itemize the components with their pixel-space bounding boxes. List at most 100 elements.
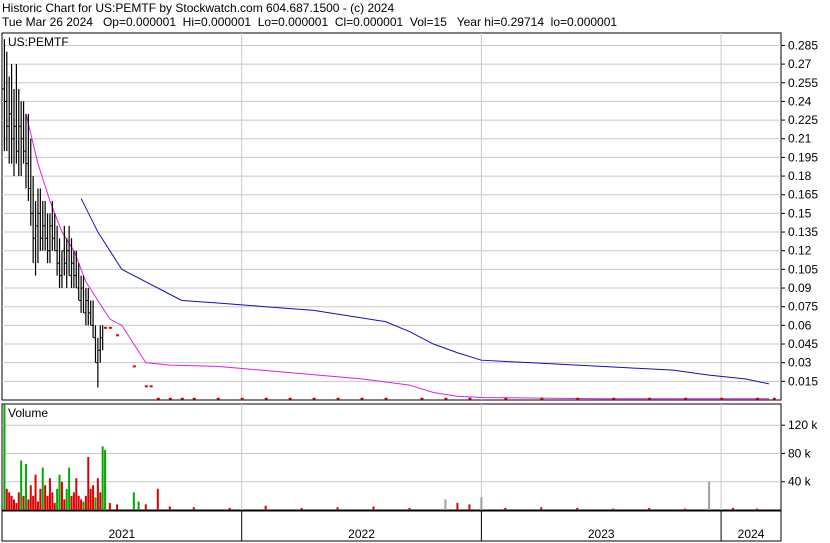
price-tick-mark [264,397,268,400]
volume-tick-label: 40 k [788,475,812,489]
volume-bar [144,504,147,510]
price-tick-label: 0.21 [788,132,812,146]
price-tick-mark [144,385,148,388]
price-panel-title: US:PEMTF [8,35,69,49]
price-tick-mark [192,397,196,400]
price-tick-mark [336,397,340,400]
volume-bar [300,507,303,510]
volume-bar [77,495,80,510]
price-tick-label: 0.165 [788,188,818,202]
volume-bar [84,495,87,510]
price-tick-label: 0.135 [788,225,818,239]
volume-bar [684,508,687,510]
year-label: 2024 [738,527,765,541]
volume-bar [372,506,375,510]
volume-bar [70,495,73,510]
volume-bar [99,492,102,510]
year-label: 2021 [108,527,135,541]
volume-bar [96,478,99,510]
volume-bar [708,481,711,510]
volume-bar [27,499,30,510]
volume-bar [72,492,75,510]
volume-bar [22,495,25,510]
price-tick-mark [384,397,388,400]
volume-tick-label: 120 k [788,418,818,432]
volume-bar [34,474,37,510]
volume-bar [732,507,735,510]
volume-bar [20,460,23,510]
year-label: 2022 [348,527,375,541]
price-tick-mark [360,397,364,400]
volume-bar [456,502,459,510]
price-tick-mark [684,397,688,400]
price-tick-label: 0.12 [788,244,812,258]
price-tick-mark [312,397,316,400]
price-tick-mark [180,397,184,400]
price-tick-label: 0.27 [788,57,812,71]
volume-bar [63,499,66,510]
price-tick-mark [444,397,448,400]
price-tick-mark [240,397,244,400]
price-panel [1,32,782,401]
volume-bar [192,507,195,510]
volume-bar [94,497,97,510]
price-tick-label: 0.03 [788,356,812,370]
volume-bar [60,481,63,510]
volume-bar [41,467,44,510]
price-tick-mark [116,334,120,337]
price-tick-label: 0.18 [788,169,812,183]
price-tick-label: 0.105 [788,262,818,276]
volume-bar [540,507,543,510]
price-tick-label: 0.225 [788,113,818,127]
volume-bar [480,497,483,510]
price-tick-label: 0.09 [788,281,812,295]
price-tick-label: 0.06 [788,318,812,332]
volume-bar [12,499,15,510]
price-tick-label: 0.195 [788,150,818,164]
volume-panel-title: Volume [8,406,48,420]
price-tick-mark [504,397,508,400]
price-tick-mark [216,397,220,400]
price-tick-label: 0.015 [788,374,818,388]
volume-bar [8,492,11,510]
volume-bar [156,488,159,510]
price-tick-label: 0.15 [788,206,812,220]
volume-bar [89,488,92,510]
price-tick-mark [104,326,108,329]
price-tick-mark [576,397,580,400]
volume-bar [36,501,39,510]
volume-tick-label: 80 k [788,446,812,460]
price-tick-label: 0.045 [788,337,818,351]
price-tick-mark [168,397,172,400]
price-tick-label: 0.255 [788,76,818,90]
volume-bar [132,492,135,510]
volume-bar [44,485,47,510]
volume-bar [612,508,615,510]
volume-bar [17,492,20,510]
volume-bar [15,502,18,510]
volume-bar [51,492,54,510]
volume-bar [108,502,111,510]
volume-bar [58,474,61,510]
price-tick-mark [756,397,760,400]
volume-bar [648,507,651,510]
price-tick-label: 0.285 [788,38,818,52]
volume-bar [46,495,49,510]
price-tick-mark [772,397,776,400]
price-tick-mark [149,385,153,388]
volume-bar [80,499,83,510]
chart-stage: Historic Chart for US:PEMTF by Stockwatc… [0,0,830,543]
volume-bar [32,495,35,510]
volume-bar [408,507,411,510]
volume-bar [468,504,471,510]
volume-bar [336,507,339,510]
price-tick-mark [468,397,472,400]
volume-bar [504,507,507,510]
volume-bar [24,464,27,510]
volume-bar [756,508,759,510]
volume-bar [137,501,140,510]
price-tick-label: 0.075 [788,300,818,314]
volume-bar [56,488,59,510]
price-tick-mark [288,397,292,400]
price-tick-mark [612,397,616,400]
